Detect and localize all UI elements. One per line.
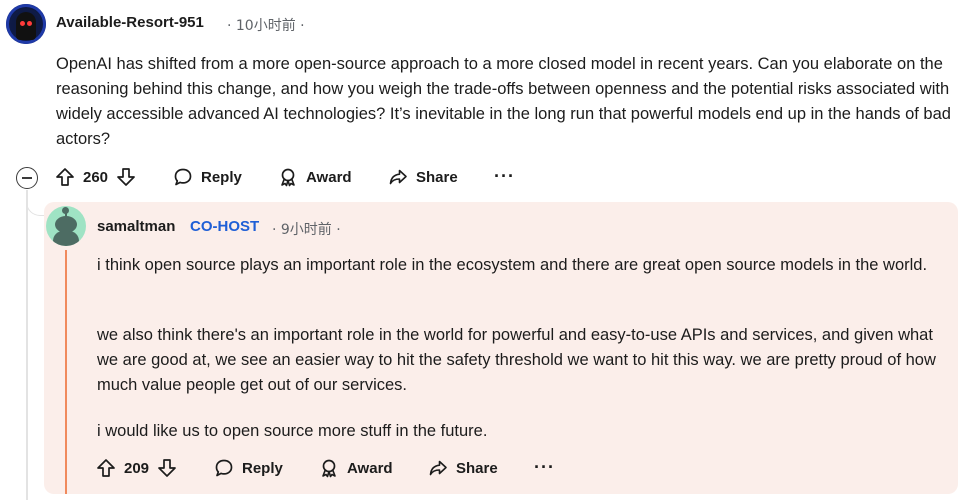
share-label: Share bbox=[416, 168, 458, 186]
reply-paragraph: we also think there's an important role … bbox=[97, 326, 936, 394]
avatar-eye bbox=[20, 21, 25, 26]
share-button[interactable]: Share bbox=[388, 167, 458, 187]
comment-icon bbox=[214, 458, 234, 478]
collapse-icon bbox=[22, 177, 32, 179]
username[interactable]: Available-Resort-951 bbox=[56, 14, 204, 31]
avatar-hood bbox=[16, 12, 36, 40]
award-button[interactable]: Award bbox=[319, 458, 393, 478]
award-button[interactable]: Award bbox=[278, 167, 352, 187]
timestamp: · 9小时前 · bbox=[272, 222, 341, 238]
share-icon bbox=[428, 458, 448, 478]
award-icon bbox=[278, 167, 298, 187]
avatar-eye bbox=[27, 21, 32, 26]
vote-group: 209 bbox=[96, 458, 177, 478]
share-label: Share bbox=[456, 459, 498, 477]
thread-line[interactable] bbox=[26, 190, 28, 500]
vote-count: 260 bbox=[83, 168, 109, 186]
award-label: Award bbox=[306, 168, 352, 186]
more-options-button[interactable]: ··· bbox=[534, 457, 555, 478]
collapse-thread-button[interactable] bbox=[16, 167, 38, 189]
more-options-button[interactable]: ··· bbox=[494, 166, 515, 187]
award-icon bbox=[319, 458, 339, 478]
share-button[interactable]: Share bbox=[428, 458, 498, 478]
reply-label: Reply bbox=[201, 168, 242, 186]
downvote-icon[interactable] bbox=[116, 167, 136, 187]
upvote-icon[interactable] bbox=[96, 458, 116, 478]
cohost-badge: CO-HOST bbox=[190, 218, 260, 235]
highlight-bar bbox=[65, 250, 67, 494]
username[interactable]: samaltman bbox=[97, 218, 175, 235]
share-icon bbox=[388, 167, 408, 187]
avatar-body bbox=[53, 231, 79, 246]
reply-paragraph: i would like us to open source more stuf… bbox=[97, 422, 488, 440]
downvote-icon[interactable] bbox=[157, 458, 177, 478]
reply-label: Reply bbox=[242, 459, 283, 477]
reply-button[interactable]: Reply bbox=[214, 458, 283, 478]
comment-icon bbox=[173, 167, 193, 187]
upvote-icon[interactable] bbox=[55, 167, 75, 187]
avatar[interactable] bbox=[46, 206, 86, 246]
comment-body: OpenAI has shifted from a more open-sour… bbox=[56, 55, 951, 148]
reply-paragraph: i think open source plays an important r… bbox=[97, 256, 928, 274]
award-label: Award bbox=[347, 459, 393, 477]
vote-count: 209 bbox=[124, 459, 150, 477]
reply-button[interactable]: Reply bbox=[173, 167, 242, 187]
avatar[interactable] bbox=[6, 4, 46, 44]
timestamp: · 10小时前 · bbox=[227, 18, 305, 34]
vote-group: 260 bbox=[55, 167, 136, 187]
